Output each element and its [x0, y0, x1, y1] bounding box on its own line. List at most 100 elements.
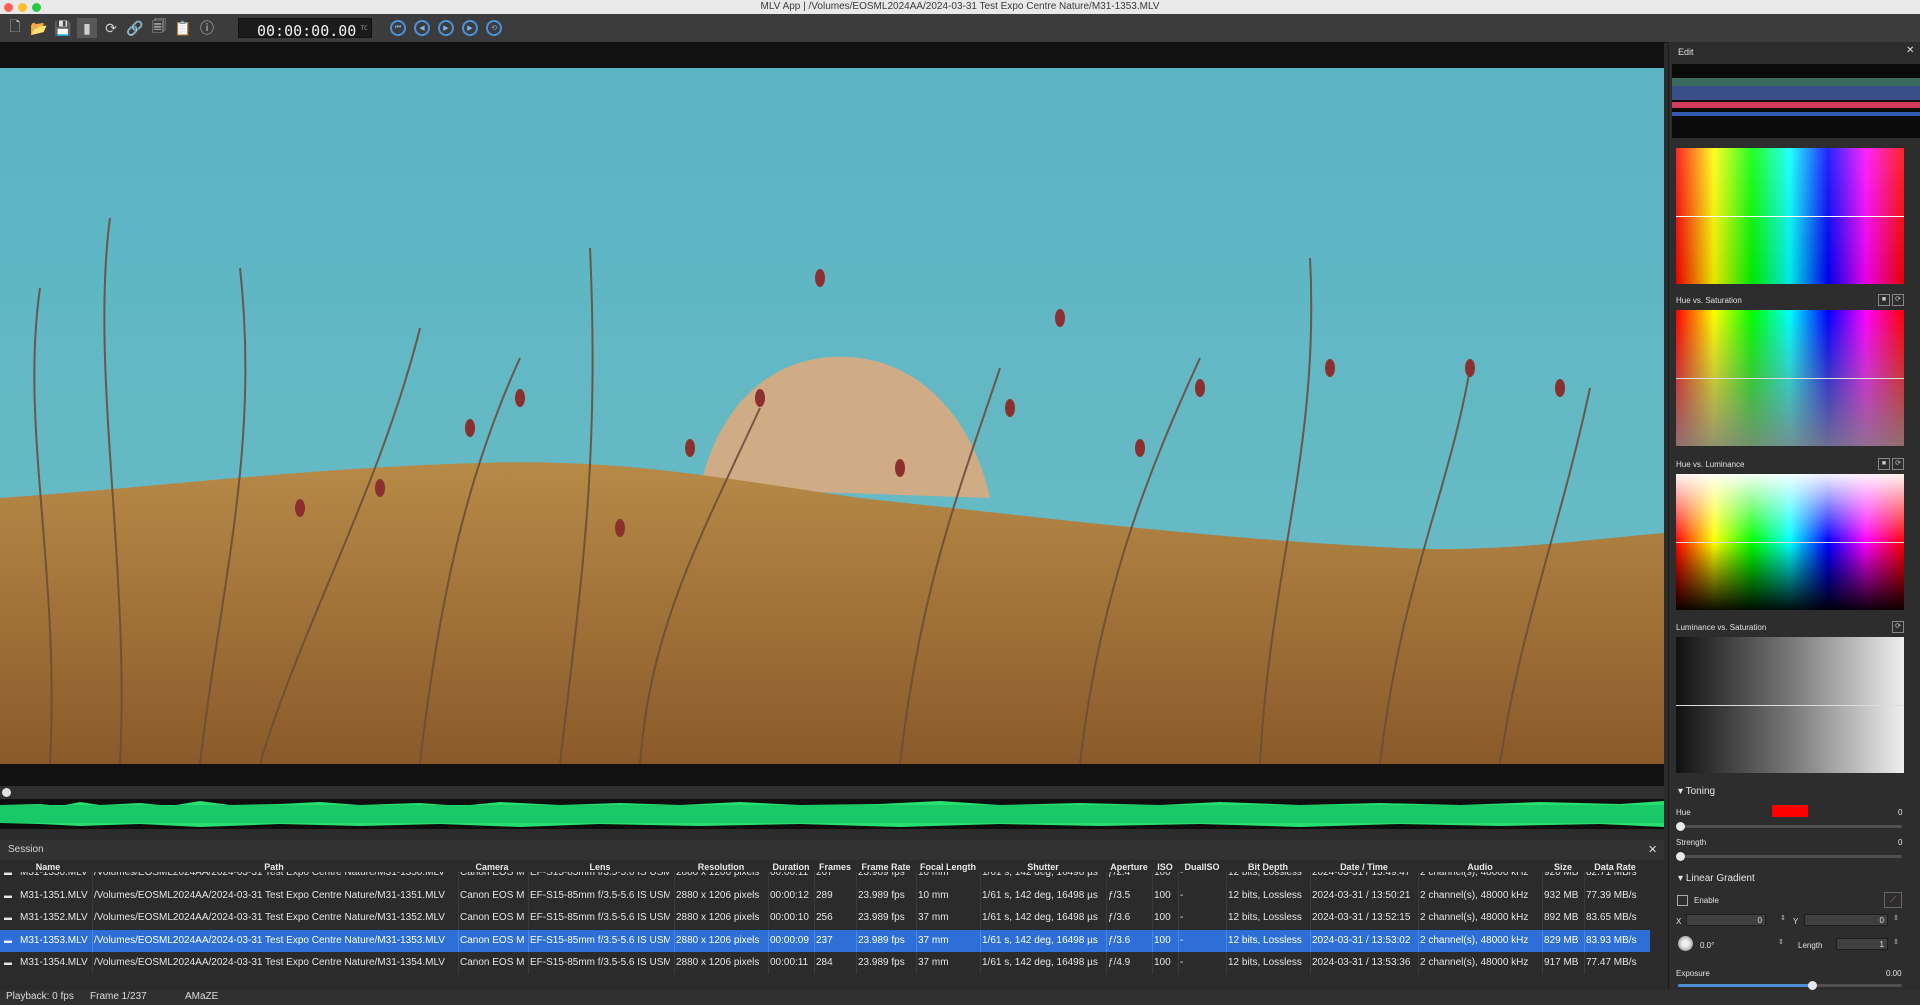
column-header-frames[interactable]: Frames [814, 863, 856, 872]
refresh-icon[interactable]: ⟳ [101, 18, 121, 38]
toning-strength-slider-handle[interactable] [1676, 852, 1685, 861]
table-cell-focal: 10 mm [918, 889, 949, 901]
toning-hue-swatch[interactable] [1772, 805, 1808, 817]
previous-frame-icon[interactable]: ◀ [414, 20, 430, 36]
column-header-date-time[interactable]: Date / Time [1310, 863, 1418, 872]
column-header-focal-length[interactable]: Focal Length [916, 863, 980, 872]
column-divider [674, 929, 675, 952]
column-header-size[interactable]: Size [1542, 863, 1584, 872]
column-divider [856, 907, 857, 929]
gradient-x-stepper-icon[interactable]: ⇕ [1780, 914, 1786, 922]
table-cell-resolution: 2880 x 1206 pixels [676, 889, 760, 901]
table-row[interactable]: ▬ M31-1352.MLV/Volumes/EOSML2024AA/2024-0… [0, 907, 1650, 929]
column-header-path[interactable]: Path [92, 863, 456, 872]
status-bar: Playback: 0 fps Frame 1/237 AMaZE [0, 990, 1920, 1005]
column-header-resolution[interactable]: Resolution [674, 863, 768, 872]
table-cell-duration: 00:00:10 [770, 912, 809, 923]
toning-hue-slider[interactable] [1678, 825, 1902, 828]
toning-strength-slider[interactable] [1678, 855, 1902, 858]
link-icon[interactable]: 🔗 [125, 18, 145, 38]
clip-thumbnail-icon: ▬ [4, 935, 12, 945]
column-divider [1310, 907, 1311, 929]
column-divider [768, 907, 769, 929]
column-header-iso[interactable]: ISO [1152, 863, 1178, 872]
table-cell-datetime: 2024-03-31 / 13:53:02 [1312, 934, 1411, 946]
gradient-angle-dial[interactable] [1678, 936, 1693, 951]
linear-gradient-section-header[interactable]: ▾ Linear Gradient [1678, 873, 1755, 884]
column-divider [1542, 907, 1543, 929]
column-header-name[interactable]: Name [4, 863, 92, 872]
table-row[interactable]: ▬ M31-1354.MLV/Volumes/EOSML2024AA/2024-0… [0, 952, 1650, 974]
luminance-vs-saturation-curve[interactable] [1676, 637, 1904, 773]
playhead-handle[interactable] [2, 788, 11, 797]
timeline-scrubber[interactable] [0, 786, 1664, 799]
column-header-aperture[interactable]: Aperture [1106, 863, 1152, 872]
table-row[interactable]: ▬ M31-1353.MLV/Volumes/EOSML2024AA/2024-0… [0, 929, 1650, 952]
hue-sat-refresh-icon[interactable]: ⟳ [1892, 294, 1904, 306]
column-header-shutter[interactable]: Shutter [980, 863, 1106, 872]
gradient-length-field[interactable]: 1 [1836, 938, 1888, 950]
paste-icon[interactable]: 📋 [173, 18, 193, 38]
save-session-icon[interactable]: 💾 [53, 18, 73, 38]
hue-sat-reset-icon[interactable]: ■ [1878, 294, 1890, 306]
skip-to-start-icon[interactable]: ⏮ [390, 20, 406, 36]
audio-waveform [0, 799, 1664, 829]
column-header-audio[interactable]: Audio [1418, 863, 1542, 872]
column-divider [1584, 907, 1585, 929]
column-header-lens[interactable]: Lens [528, 863, 672, 872]
export-icon[interactable]: ▮ [77, 18, 97, 38]
column-header-duration[interactable]: Duration [768, 863, 814, 872]
column-divider [1106, 952, 1107, 974]
table-row[interactable]: ▬ M31-1350.MLV/Volumes/EOSML2024AA/2024-0… [0, 872, 1650, 884]
table-cell-lens: EF-S15-85mm f/3.5-5.6 IS USM [530, 912, 670, 923]
table-cell-datetime: 2024-03-31 / 13:50:21 [1312, 889, 1411, 901]
column-divider [980, 907, 981, 929]
gradient-x-field[interactable]: 0 [1686, 914, 1766, 926]
column-header-frame-rate[interactable]: Frame Rate [856, 863, 916, 872]
gradient-draw-icon[interactable]: ⟋ [1884, 892, 1902, 908]
hue-lum-refresh-icon[interactable]: ⟳ [1892, 458, 1904, 470]
session-close-icon[interactable]: ✕ [1648, 843, 1657, 856]
column-divider [856, 929, 857, 952]
new-file-icon[interactable]: 🗋 [5, 18, 25, 38]
column-divider [1542, 872, 1543, 884]
toning-section-header[interactable]: ▾ Toning [1678, 786, 1715, 797]
column-header-dualiso[interactable]: DualISO [1178, 863, 1226, 872]
gradient-enable-checkbox[interactable] [1677, 895, 1688, 906]
loop-icon[interactable]: ⟲ [486, 20, 502, 36]
gradient-length-stepper-icon[interactable]: ⇕ [1893, 938, 1899, 946]
hue-vs-saturation-curve[interactable] [1676, 310, 1904, 446]
column-divider [1310, 952, 1311, 974]
table-cell-dualiso: - [1180, 934, 1184, 946]
table-cell-bitdepth: 12 bits, Lossless [1228, 957, 1302, 968]
column-divider [1178, 952, 1179, 974]
column-header-bit-depth[interactable]: Bit Depth [1226, 863, 1310, 872]
hue-vs-luminance-label: Hue vs. Luminance [1676, 460, 1745, 469]
hue-lum-reset-icon[interactable]: ■ [1878, 458, 1890, 470]
gradient-y-stepper-icon[interactable]: ⇕ [1893, 914, 1899, 922]
table-cell-aperture: ƒ/2.4 [1108, 872, 1131, 878]
gradient-y-field[interactable]: 0 [1804, 914, 1888, 926]
lum-sat-refresh-icon[interactable]: ⟳ [1892, 621, 1904, 633]
column-header-camera[interactable]: Camera [458, 863, 526, 872]
hue-vs-luminance-curve[interactable] [1676, 474, 1904, 610]
next-frame-icon[interactable]: ▶ [462, 20, 478, 36]
column-header-data-rate[interactable]: Data Rate [1584, 863, 1646, 872]
info-icon[interactable]: ⓘ [197, 18, 217, 38]
exposure-slider[interactable] [1678, 984, 1902, 987]
table-cell-audio: 2 channel(s), 48000 kHz [1420, 872, 1529, 878]
column-divider [92, 872, 93, 884]
hue-vs-hue-curve[interactable] [1676, 148, 1904, 284]
table-cell-dualiso: - [1180, 872, 1184, 878]
gradient-angle-stepper-icon[interactable]: ⇕ [1778, 938, 1784, 946]
table-row[interactable]: ▬ M31-1351.MLV/Volumes/EOSML2024AA/2024-0… [0, 884, 1650, 907]
edit-close-icon[interactable]: ✕ [1906, 45, 1914, 56]
column-divider [1226, 884, 1227, 907]
session-title: Session [8, 844, 44, 855]
column-divider [814, 929, 815, 952]
table-cell-resolution: 2880 x 1206 pixels [676, 957, 760, 968]
toning-hue-slider-handle[interactable] [1676, 822, 1685, 831]
open-folder-icon[interactable]: 📂 [29, 18, 49, 38]
play-icon[interactable]: ▶ [438, 20, 454, 36]
copy-icon[interactable]: 🗐 [149, 18, 169, 38]
